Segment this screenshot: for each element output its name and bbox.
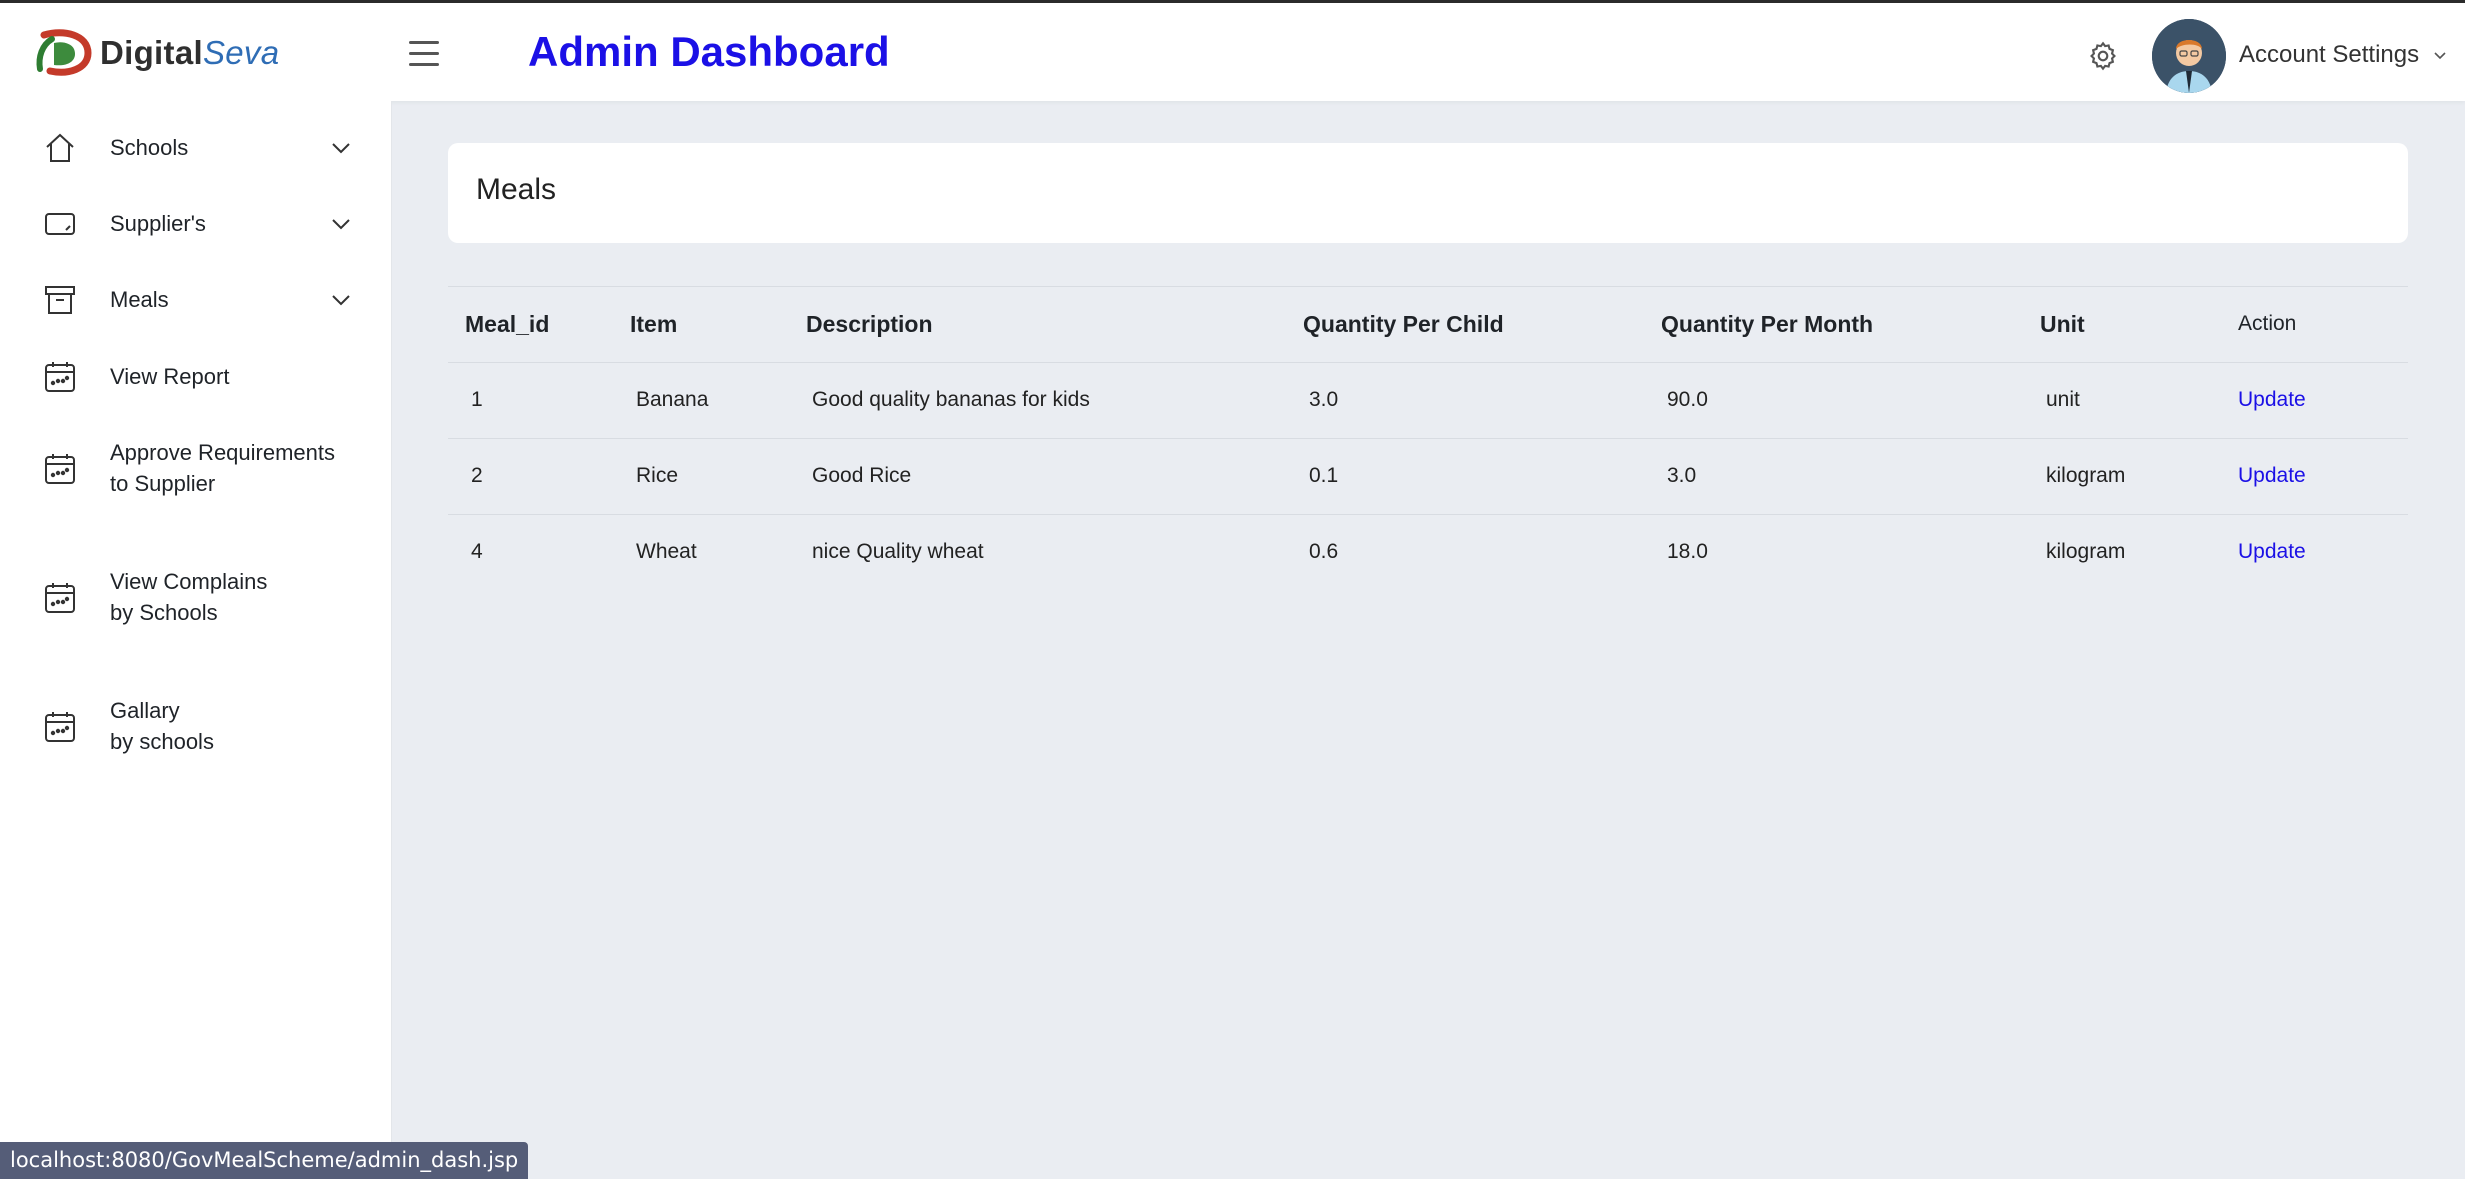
status-bar-url: localhost:8080/GovMealScheme/admin_dash.… [0,1142,529,1179]
gear-icon[interactable] [2087,40,2119,72]
sidebar-item-label: Gallary by schools [110,698,214,754]
cell-description: Good Rice [812,464,912,487]
calendar-icon [45,454,75,484]
table-row: 1 Banana Good quality bananas for kids 3… [448,361,2408,438]
cell-meal-id: 1 [471,388,483,411]
cell-quantity-per-child: 3.0 [1309,388,1339,411]
cell-quantity-per-child: 0.1 [1309,464,1339,487]
cell-item: Banana [636,388,709,411]
table-header-row: Meal_id Item Description Quantity Per Ch… [448,287,2408,362]
card-title: Meals [476,173,557,206]
cell-quantity-per-month: 90.0 [1667,388,1708,411]
brand-name: DigitalSeva [100,34,280,71]
sidebar-item-label: Approve Requirements to Supplier [110,440,336,496]
chevron-down-icon [332,219,350,230]
account-settings-menu[interactable]: Account Settings [2239,41,2447,69]
column-header-item: Item [630,310,678,337]
cell-meal-id: 4 [471,540,483,564]
top-bar: DigitalSeva Admin Dashboard Account Sett… [0,0,2465,101]
update-link[interactable]: Update [2238,540,2306,563]
update-link[interactable]: Update [2238,464,2306,487]
tablet-icon [45,213,75,235]
cell-quantity-per-child: 0.6 [1309,540,1339,564]
calendar-icon [45,362,75,392]
chevron-down-icon [332,295,350,306]
sidebar-item-label: Meals [110,287,169,312]
calendar-icon [45,583,75,613]
sidebar-item-schools[interactable]: Schools [0,128,392,168]
sidebar: Schools Supplier's Meals View Report App… [0,101,392,1179]
archive-icon [45,286,75,314]
sidebar-item-label: View Report [110,364,230,389]
column-header-description: Description [806,310,933,337]
sidebar-item-label: View Complains by Schools [110,569,268,625]
cell-unit: kilogram [2046,540,2126,564]
cell-quantity-per-month: 3.0 [1667,464,1697,487]
sidebar-item-label: Schools [110,135,189,160]
avatar[interactable] [2152,19,2226,93]
column-header-quantity-per-child: Quantity Per Child [1303,310,1504,337]
cell-quantity-per-month: 18.0 [1667,540,1708,564]
sidebar-item-approve-requirements[interactable]: Approve Requirements to Supplier [0,437,392,501]
sidebar-item-view-complains[interactable]: View Complains by Schools [0,566,392,630]
sidebar-item-suppliers[interactable]: Supplier's [0,204,392,244]
sidebar-item-label: Supplier's [110,211,206,236]
meals-card: Meals [448,143,2408,243]
logo-icon [36,29,92,76]
sidebar-item-view-report[interactable]: View Report [0,357,392,397]
account-settings-label: Account Settings [2239,41,2420,68]
menu-toggle-icon[interactable] [409,41,439,67]
sidebar-item-gallary[interactable]: Gallary by schools [0,695,392,759]
table-row: 4 Wheat nice Quality wheat 0.6 18.0 kilo… [448,513,2408,590]
column-header-unit: Unit [2040,310,2085,337]
brand-logo[interactable]: DigitalSeva [34,29,279,77]
column-header-meal-id: Meal_id [465,310,550,337]
sidebar-item-meals[interactable]: Meals [0,280,392,320]
column-header-action: Action [2238,312,2297,336]
update-link[interactable]: Update [2238,388,2306,411]
cell-unit: unit [2046,388,2080,411]
chevron-down-icon [2434,52,2446,60]
cell-item: Wheat [636,540,697,564]
page-title: Admin Dashboard [528,28,890,75]
meals-table: Meal_id Item Description Quantity Per Ch… [448,286,2408,590]
home-icon [46,133,74,162]
cell-item: Rice [636,464,679,487]
chevron-down-icon [332,143,350,154]
cell-description: nice Quality wheat [812,540,984,564]
column-header-quantity-per-month: Quantity Per Month [1661,310,1874,337]
calendar-icon [45,712,75,742]
cell-unit: kilogram [2046,464,2126,487]
cell-meal-id: 2 [471,464,483,487]
user-avatar-icon [2152,19,2226,93]
cell-description: Good quality bananas for kids [812,388,1090,411]
table-row: 2 Rice Good Rice 0.1 3.0 kilogram Update [448,437,2408,514]
